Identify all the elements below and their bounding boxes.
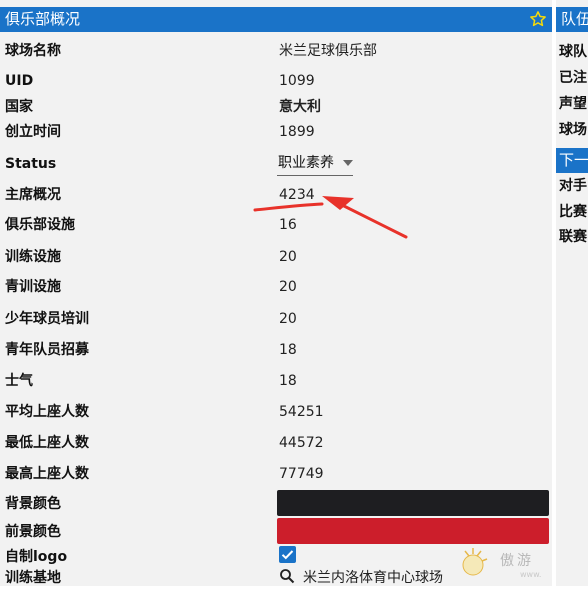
row-label: 最高上座人数: [5, 466, 89, 482]
tab-next[interactable]: 下一: [556, 148, 588, 173]
row-label: 背景颜色: [5, 496, 61, 512]
background-color-swatch[interactable]: [277, 490, 549, 516]
chevron-down-icon: [343, 160, 353, 166]
star-icon[interactable]: [529, 10, 547, 28]
status-select-value: 职业素养: [278, 155, 334, 171]
tab-next-label: 下一: [559, 151, 588, 169]
row-min-attendance: 最低上座人数 44572: [0, 428, 552, 458]
search-icon[interactable]: [279, 568, 295, 584]
row-label: 最低上座人数: [5, 435, 89, 451]
team-label: 已注: [559, 70, 587, 86]
row-background-color: 背景颜色: [0, 489, 552, 519]
team-panel-title: 队伍: [561, 10, 588, 28]
foreground-color-swatch[interactable]: [277, 518, 549, 544]
row-value: 54251: [279, 404, 324, 420]
match-label: 联赛: [559, 229, 587, 245]
match-label: 对手: [559, 178, 587, 194]
row-value: 77749: [279, 466, 324, 482]
row-value: 18: [279, 373, 297, 389]
row-youth-recruitment: 青年队员招募 18: [0, 335, 552, 365]
panel-header: 俱乐部概况: [0, 7, 552, 32]
row-stadium-name: 球场名称 米兰足球俱乐部: [0, 36, 552, 66]
row-chairman: 主席概况 4234: [0, 180, 552, 210]
row-value: 20: [279, 279, 297, 295]
row-value: 1899: [279, 124, 315, 140]
row-founded: 创立时间 1899: [0, 117, 552, 147]
row-youth-facilities: 青训设施 20: [0, 272, 552, 302]
row-label: 主席概况: [5, 187, 61, 203]
row-value: 20: [279, 311, 297, 327]
check-icon: [281, 550, 294, 560]
status-select[interactable]: 职业素养: [277, 151, 353, 176]
row-club-facilities: 俱乐部设施 16: [0, 210, 552, 240]
team-label: 球场: [559, 122, 587, 138]
watermark-subtext: www.: [520, 570, 542, 579]
row-label: Status: [5, 156, 57, 172]
watermark-text: 傲游: [500, 553, 534, 569]
row-value: 16: [279, 217, 297, 233]
team-panel: 队伍 球队 已注 声望 球场 下一 对手 比赛 联赛: [556, 0, 588, 586]
row-training-facilities: 训练设施 20: [0, 242, 552, 272]
club-overview-panel: 俱乐部概况 球场名称 米兰足球俱乐部 UID 1099 国家 意大利 创立时间 …: [0, 0, 552, 586]
row-label: 青训设施: [5, 279, 61, 295]
row-value: 米兰足球俱乐部: [279, 43, 377, 59]
row-avg-attendance: 平均上座人数 54251: [0, 397, 552, 427]
row-value: 4234: [279, 187, 315, 203]
row-junior-training: 少年球员培训 20: [0, 304, 552, 334]
row-label: 少年球员培训: [5, 311, 89, 327]
row-value: 18: [279, 342, 297, 358]
row-label: 训练基地: [5, 570, 61, 586]
team-label: 声望: [559, 96, 587, 112]
row-label: 球场名称: [5, 43, 61, 59]
row-value: 20: [279, 249, 297, 265]
row-label: 训练设施: [5, 249, 61, 265]
row-value: 44572: [279, 435, 324, 451]
row-max-attendance: 最高上座人数 77749: [0, 459, 552, 489]
row-label: 士气: [5, 373, 33, 389]
row-training-base: 训练基地 米兰内洛体育中心球场: [0, 563, 552, 593]
team-panel-header: 队伍: [556, 7, 588, 32]
row-label: 平均上座人数: [5, 404, 89, 420]
row-morale: 士气 18: [0, 366, 552, 396]
custom-logo-checkbox[interactable]: [279, 546, 296, 563]
panel-title: 俱乐部概况: [5, 10, 81, 28]
row-status: Status 职业素养: [0, 149, 552, 179]
team-label: 球队: [559, 44, 587, 60]
row-label: 青年队员招募: [5, 342, 89, 358]
training-base-value: 米兰内洛体育中心球场: [303, 570, 443, 586]
row-label: 创立时间: [5, 124, 61, 140]
match-label: 比赛: [559, 204, 587, 220]
row-label: 俱乐部设施: [5, 217, 75, 233]
